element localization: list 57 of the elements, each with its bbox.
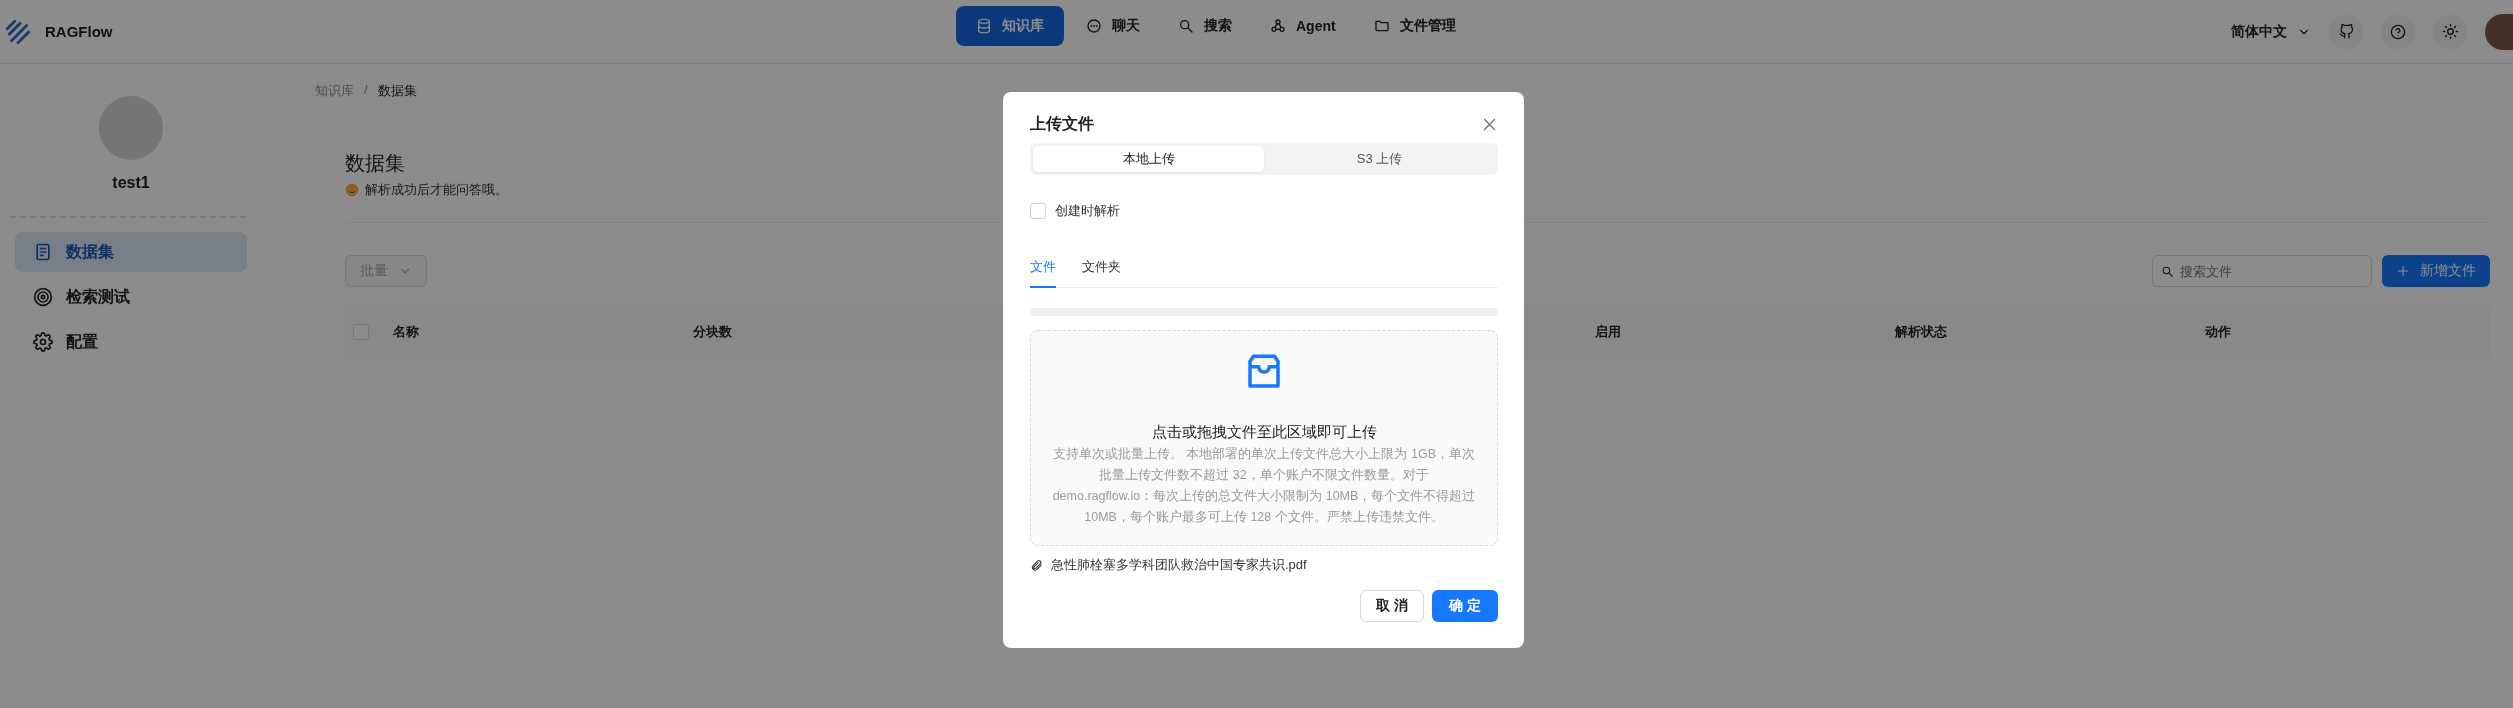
search-icon — [2161, 265, 2174, 278]
add-file-button[interactable]: 新增文件 — [2382, 255, 2490, 287]
close-button[interactable] — [1481, 116, 1498, 133]
segment-tab[interactable]: 本地上传 — [1033, 146, 1264, 172]
paperclip-icon — [1030, 558, 1043, 572]
sidebar-item[interactable]: 检索测试 — [15, 277, 247, 317]
user-avatar[interactable] — [2485, 13, 2513, 50]
database-icon — [976, 18, 992, 34]
nav-tab[interactable]: 搜索 — [1162, 6, 1248, 46]
dialog-title: 上传文件 — [1030, 114, 1094, 134]
help-button[interactable] — [2381, 14, 2415, 49]
help-icon — [2390, 23, 2406, 40]
upload-dropzone[interactable]: 点击或拖拽文件至此区域即可上传 支持单次或批量上传。 本地部署的单次上传文件总大小上限为 1GB，单次批量上传文件数不超过 32，单个账户不限文件数量。对于 demo.ragflow.io：每次上传的总文件大小限制为 10MB，每个文件不得超过 10MB，每个账户最多可上传 128 个文件。严禁上传违禁文件。 — [1030, 330, 1498, 546]
segment-tab[interactable]: S3 上传 — [1264, 146, 1495, 172]
chat-icon — [1086, 18, 1102, 34]
close-icon — [1481, 116, 1498, 133]
sidebar-item[interactable]: 配置 — [15, 322, 247, 362]
sidebar-item[interactable]: 数据集 — [15, 232, 247, 272]
breadcrumb-separator: / — [364, 82, 368, 99]
app-name: RAGFlow — [45, 23, 113, 40]
column-header: 名称 — [393, 323, 420, 341]
nav-tab[interactable]: 文件管理 — [1357, 6, 1472, 46]
page-title: 数据集 — [345, 151, 405, 176]
sun-icon — [2441, 23, 2459, 40]
column-header: 动作 — [2205, 323, 2232, 341]
checkbox[interactable] — [1030, 203, 1046, 219]
tab[interactable]: 文件 — [1030, 258, 1056, 288]
ok-button[interactable]: 确 定 — [1432, 590, 1498, 622]
dropzone-title: 点击或拖拽文件至此区域即可上传 — [1151, 423, 1377, 442]
document-icon — [33, 242, 53, 262]
target-icon — [33, 287, 53, 307]
column-header: 解析状态 — [1895, 323, 1948, 341]
nav-tab[interactable]: 聊天 — [1070, 6, 1156, 46]
tab[interactable]: 文件夹 — [1082, 258, 1121, 288]
nav-tab[interactable]: Agent — [1254, 6, 1352, 46]
language-select[interactable]: 简体中文 — [2231, 22, 2311, 41]
nodes-icon — [1270, 18, 1286, 34]
cancel-button[interactable]: 取 消 — [1360, 590, 1425, 622]
dropzone-hint: 支持单次或批量上传。 本地部署的单次上传文件总大小上限为 1GB，单次批量上传文件数不超过 32，单个账户不限文件数量。对于 demo.ragflow.io：每次上传的总文件大小限制为 10MB，每个文件不得超过 10MB，每个账户最多可上传 128 个文件。严禁上传违禁文件。 — [1051, 446, 1477, 526]
user-name: test1 — [111, 174, 151, 192]
page-subtitle: 解析成功后才能问答哦。 — [365, 181, 508, 199]
file-name: 急性肺栓塞多学科团队救治中国专家共识.pdf — [1051, 556, 1307, 574]
column-header: 启用 — [1595, 323, 1622, 341]
theme-button[interactable] — [2433, 14, 2467, 49]
checkbox-label[interactable]: 创建时解析 — [1055, 202, 1120, 220]
logo-icon — [5, 18, 31, 45]
breadcrumb-item[interactable]: 数据集 — [377, 82, 417, 100]
cat-icon — [2338, 24, 2354, 39]
nav-tab[interactable]: 知识库 — [956, 6, 1064, 46]
github-button[interactable] — [2329, 14, 2363, 49]
search-field[interactable]: 搜索文件 — [2152, 255, 2372, 287]
smiley-icon — [345, 183, 359, 197]
folder-icon — [1373, 18, 1390, 34]
column-header: 分块数 — [693, 323, 733, 341]
settings-icon — [33, 332, 53, 352]
plus-icon — [2396, 264, 2410, 278]
search-icon — [1178, 18, 1194, 34]
